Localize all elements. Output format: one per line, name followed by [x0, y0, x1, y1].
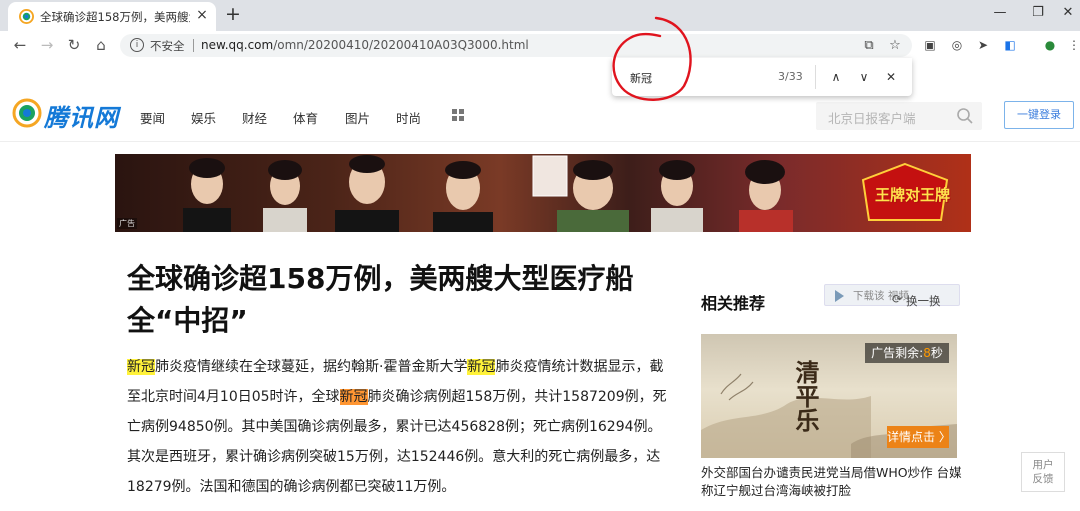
search-icon[interactable] [956, 107, 974, 125]
divider [815, 65, 816, 89]
feedback-line1: 用户 [1032, 459, 1054, 471]
find-bar: 新冠 3/33 ∧ ∨ ✕ [612, 58, 912, 96]
find-active-match-highlight: 新冠 [339, 389, 368, 405]
ad-remaining-seconds: 8 [923, 346, 931, 360]
browser-tab[interactable]: 全球确诊超158万例，美两艘大型医疗船全“中招” × [8, 2, 216, 31]
related-news-caption[interactable]: 外交部国台办谴责民进党当局借WHO炒作 台媒称辽宁舰过台湾海峡被打脸 [701, 464, 971, 500]
bookmark-star-icon[interactable]: ☆ [886, 37, 904, 55]
divider [193, 39, 194, 52]
site-header: 腾讯网 要闻 娱乐 财经 体育 图片 时尚 北京日报客户端 一键登录 [0, 88, 1080, 142]
paragraph-text: 肺炎疫情继续在全球蔓延，据约翰斯·霍普金斯大学 [155, 359, 468, 375]
nav-item-news[interactable]: 要闻 [140, 108, 165, 127]
url-text[interactable]: new.qq.com/omn/20200410/20200410A03Q3000… [201, 38, 529, 52]
search-placeholder: 北京日报客户端 [828, 111, 916, 126]
tencent-logo-icon[interactable] [12, 98, 42, 128]
play-icon [835, 290, 844, 302]
url-path: /omn/20200410/20200410A03Q3000.html [273, 38, 529, 52]
refresh-icon[interactable]: ⟳ [892, 292, 902, 306]
reload-button[interactable]: ↻ [64, 35, 84, 55]
new-tab-button[interactable]: + [223, 4, 243, 24]
nav-item-pictures[interactable]: 图片 [345, 108, 370, 127]
tab-title: 全球确诊超158万例，美两艘大型医疗船全“中招” [40, 10, 190, 24]
ad-details-button[interactable]: 详情点击 〉 [887, 426, 951, 448]
banner-ad[interactable]: 王牌对王牌 广告 [115, 154, 971, 232]
tab-strip: 全球确诊超158万例，美两艘大型医疗船全“中招” × + — ❐ ✕ [0, 0, 1080, 31]
translate-icon[interactable]: ⧉ [860, 37, 878, 55]
minimize-button[interactable]: — [985, 3, 1015, 23]
tab-close-icon[interactable]: × [194, 7, 210, 23]
nav-item-sports[interactable]: 体育 [293, 108, 318, 127]
find-input[interactable]: 新冠 [630, 70, 652, 86]
menu-icon[interactable]: ⋮ [1066, 37, 1080, 53]
grid-menu-icon[interactable] [452, 109, 465, 122]
ad-remaining-label: 广告剩余: [871, 346, 924, 360]
info-icon[interactable]: i [130, 38, 144, 52]
ad-tag: 广告 [117, 218, 137, 229]
extension-icon[interactable]: ▣ [922, 37, 938, 53]
restore-button[interactable]: ❐ [1023, 3, 1053, 23]
user-feedback-button[interactable]: 用户 反馈 [1021, 452, 1065, 492]
banner-logo-text: 王牌对王牌 [875, 186, 951, 204]
close-window-button[interactable]: ✕ [1053, 3, 1080, 23]
find-match-count: 3/33 [778, 70, 803, 83]
one-click-login-button[interactable]: 一键登录 [1004, 101, 1074, 129]
nav-item-fashion[interactable]: 时尚 [396, 108, 421, 127]
find-match-highlight: 新冠 [127, 359, 155, 375]
find-close-button[interactable]: ✕ [882, 68, 900, 86]
nav-item-entertainment[interactable]: 娱乐 [191, 108, 216, 127]
feedback-line2: 反馈 [1032, 473, 1054, 485]
find-match-highlight: 新冠 [467, 359, 496, 375]
article-headline: 全球确诊超158万例，美两艘大型医疗船全“中招” [127, 262, 634, 337]
url-host: new.qq.com [201, 38, 274, 52]
profile-icon[interactable]: ● [1042, 37, 1058, 53]
video-ad-player[interactable]: 清平乐 广告剩余:8秒 详情点击 〉 [701, 334, 957, 458]
site-search-input[interactable]: 北京日报客户端 [816, 102, 982, 130]
banner-people-image [183, 155, 793, 232]
change-batch-link[interactable]: 换一换 [906, 293, 941, 309]
find-next-button[interactable]: ∨ [855, 68, 873, 86]
extension-icon[interactable]: ◎ [949, 37, 965, 53]
address-bar[interactable]: i 不安全 new.qq.com/omn/20200410/20200410A0… [120, 34, 912, 57]
extension-icon[interactable]: ◧ [1002, 37, 1018, 53]
browser-toolbar: ← → ↻ ⌂ i 不安全 new.qq.com/omn/20200410/20… [0, 31, 1080, 59]
related-title: 相关推荐 [701, 294, 766, 313]
forward-button[interactable]: → [37, 35, 57, 55]
security-label[interactable]: 不安全 [150, 38, 185, 54]
find-previous-button[interactable]: ∧ [827, 68, 845, 86]
article-paragraph: 新冠肺炎疫情继续在全球蔓延，据约翰斯·霍普金斯大学新冠肺炎疫情统计数据显示，截至… [127, 352, 667, 502]
nav-item-finance[interactable]: 财经 [242, 108, 267, 127]
home-button[interactable]: ⌂ [91, 35, 111, 55]
ad-remaining-badge: 广告剩余:8秒 [865, 343, 949, 363]
back-button[interactable]: ← [10, 35, 30, 55]
qq-favicon-icon [19, 9, 34, 24]
extension-icon[interactable]: ➤ [975, 37, 991, 53]
video-calligraphy: 清平乐 [791, 360, 820, 432]
site-logo[interactable]: 腾讯网 [44, 98, 119, 133]
ad-remaining-unit: 秒 [930, 346, 943, 360]
